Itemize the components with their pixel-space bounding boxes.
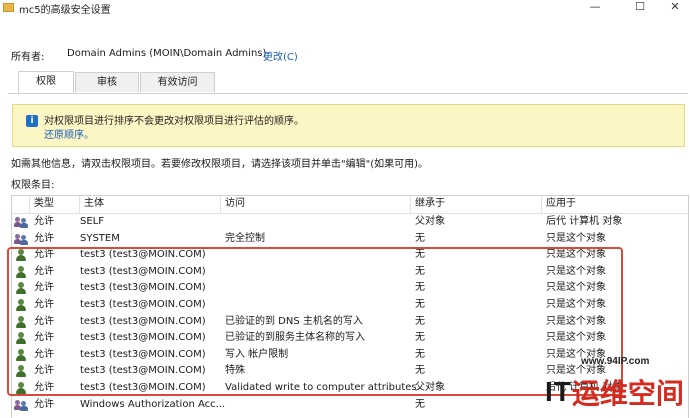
table-row[interactable]: 允许 SELF 父对象 后代 计算机 对象 xyxy=(12,214,688,231)
tab-auditing[interactable]: 审核 xyxy=(75,72,139,92)
owner-value: Domain Admins (MOIN\Domain Admins) xyxy=(67,48,267,59)
group-icon xyxy=(14,399,28,411)
cell-access: 完全控制 xyxy=(225,232,265,244)
header-type[interactable]: 类型 xyxy=(30,196,80,213)
change-owner-link[interactable]: 更改(C) xyxy=(263,48,298,63)
cell-inherited-from: 无 xyxy=(415,398,425,410)
header-inherited-from[interactable]: 继承于 xyxy=(411,196,542,213)
tab-permissions[interactable]: 权限 xyxy=(18,71,74,93)
cell-applies-to: 只是这个对象 xyxy=(546,232,606,244)
header-icon-col xyxy=(12,196,30,213)
header-applies-to[interactable]: 应用于 xyxy=(542,196,688,213)
info-text: 对权限项目进行排序不会更改对权限项目进行评估的顺序。 xyxy=(44,116,304,127)
watermark-brand-cn: 运维空间 xyxy=(571,378,684,409)
cell-type: 允许 xyxy=(34,398,54,410)
cell-principal: Windows Authorization Acc... xyxy=(80,398,226,410)
cell-type: 允许 xyxy=(34,216,54,227)
close-button[interactable]: ✕ xyxy=(660,0,690,16)
cell-inherited-from: 无 xyxy=(415,232,425,244)
info-icon: i xyxy=(26,115,38,127)
highlight-box xyxy=(7,247,623,396)
header-access[interactable]: 访问 xyxy=(221,196,411,213)
maximize-button[interactable]: ☐ xyxy=(625,0,655,16)
tab-divider xyxy=(8,93,688,94)
header-principal[interactable]: 主体 xyxy=(80,196,221,213)
table-header: 类型 主体 访问 继承于 应用于 xyxy=(12,196,688,214)
info-banner: i 对权限项目进行排序不会更改对权限项目进行评估的顺序。 还原顺序。 xyxy=(12,104,685,147)
window-title: mc5的高级安全设置 xyxy=(19,5,111,16)
entries-label: 权限条目: xyxy=(11,180,55,191)
cell-inherited-from: 父对象 xyxy=(415,216,445,227)
restore-order-link[interactable]: 还原顺序。 xyxy=(44,126,94,141)
watermark-logo: IT 运维空间 xyxy=(545,374,684,410)
group-icon xyxy=(14,233,28,245)
cell-principal: SELF xyxy=(80,216,104,227)
hint-text: 如需其他信息，请双击权限项目。若要修改权限项目，请选择该项目并单击"编辑"(如果… xyxy=(11,159,429,170)
cell-principal: SYSTEM xyxy=(80,232,120,244)
group-icon xyxy=(14,216,28,228)
owner-label: 所有者: xyxy=(11,52,45,63)
table-row[interactable]: 允许 SYSTEM 完全控制 无 只是这个对象 xyxy=(12,231,688,248)
folder-icon xyxy=(3,3,14,12)
tab-effective-access[interactable]: 有效访问 xyxy=(140,72,215,92)
cell-type: 允许 xyxy=(34,232,54,244)
title-bar: mc5的高级安全设置 — ☐ ✕ xyxy=(0,0,690,16)
minimize-button[interactable]: — xyxy=(580,0,610,16)
cell-applies-to: 后代 计算机 对象 xyxy=(546,216,623,227)
watermark-url: www.94IP.com xyxy=(581,356,650,367)
watermark-brand-latin: IT xyxy=(545,376,572,407)
